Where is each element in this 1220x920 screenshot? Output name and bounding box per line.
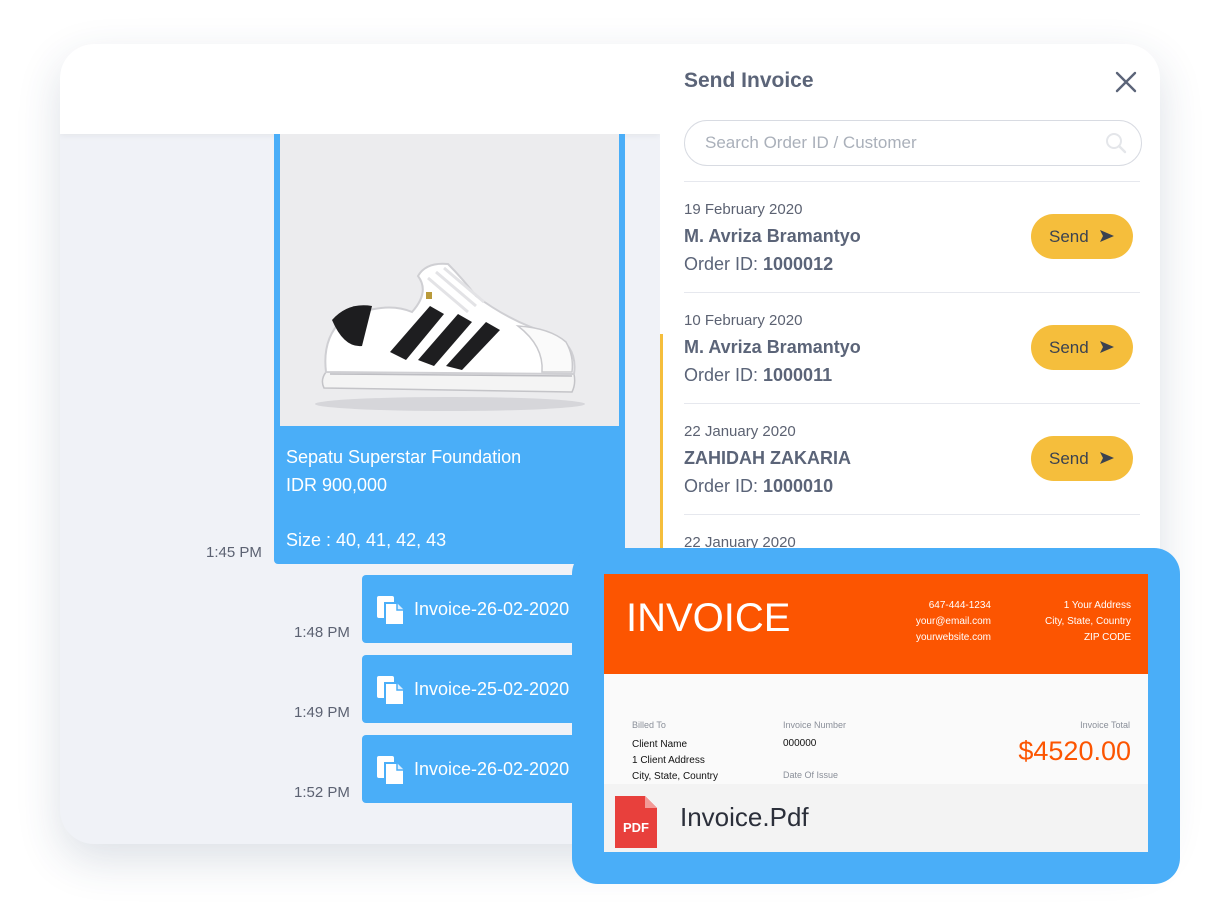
invoice-preview[interactable]: INVOICE 647-444-1234 your@email.com your… xyxy=(604,574,1148,852)
pdf-filename: Invoice.Pdf xyxy=(680,802,809,832)
billed-to-label: Billed To xyxy=(632,720,666,730)
send-arrow-icon xyxy=(1100,452,1114,464)
invoice-address-line3: ZIP CODE xyxy=(1083,632,1131,643)
sneaker-illustration xyxy=(280,134,619,426)
message-time: 1:49 PM xyxy=(294,704,350,721)
order-date: 19 February 2020 xyxy=(684,201,803,218)
send-arrow-icon xyxy=(1100,230,1114,242)
message-time: 1:52 PM xyxy=(294,784,350,801)
send-arrow-icon xyxy=(1100,341,1114,353)
panel-accent-line xyxy=(660,334,663,554)
chat-header xyxy=(60,44,660,134)
customer-name: M. Avriza Bramantyo xyxy=(684,337,861,357)
file-name: Invoice-26-02-2020 xyxy=(414,759,570,779)
invoice-title: INVOICE xyxy=(626,596,791,640)
panel-title: Send Invoice xyxy=(684,69,814,92)
order-id: Order ID: 1000010 xyxy=(684,476,833,497)
order-id-value: 1000010 xyxy=(763,476,834,496)
search-input[interactable] xyxy=(703,132,1087,154)
date-of-issue-label: Date Of Issue xyxy=(783,770,839,780)
invoice-file-message[interactable]: Invoice-25-02-2020 xyxy=(362,655,602,723)
product-size: Size : 40, 41, 42, 43 xyxy=(286,530,447,550)
customer-name: ZAHIDAH ZAKARIA xyxy=(684,448,851,468)
invoice-email: your@email.com xyxy=(915,616,991,627)
invoice-address-line1: 1 Your Address xyxy=(1063,600,1131,611)
order-id-label: Order ID: xyxy=(684,476,764,496)
product-message[interactable]: Sepatu Superstar Foundation IDR 900,000 … xyxy=(274,134,625,564)
send-button[interactable]: Send xyxy=(1031,436,1133,481)
send-button-label: Send xyxy=(1049,449,1089,468)
send-button[interactable]: Send xyxy=(1031,214,1133,259)
close-icon xyxy=(1115,71,1137,93)
pdf-icon: PDF xyxy=(615,796,657,852)
search-box[interactable] xyxy=(684,120,1142,166)
copy-file-icon xyxy=(376,675,406,712)
send-button-label: Send xyxy=(1049,338,1089,357)
invoice-total-label: Invoice Total xyxy=(1080,720,1130,730)
product-image xyxy=(280,134,619,426)
order-id-value: 1000011 xyxy=(763,365,833,385)
invoice-address-line2: City, State, Country xyxy=(1045,616,1131,627)
order-date: 22 January 2020 xyxy=(684,423,796,440)
invoice-phone: 647-444-1234 xyxy=(928,600,991,611)
close-button[interactable] xyxy=(1114,70,1138,94)
send-button-label: Send xyxy=(1049,227,1089,246)
product-name: Sepatu Superstar Foundation xyxy=(286,447,522,467)
message-time: 1:45 PM xyxy=(206,544,262,561)
file-name: Invoice-25-02-2020 xyxy=(414,679,570,699)
copy-file-icon xyxy=(376,595,406,632)
order-id: Order ID: 1000011 xyxy=(684,365,832,386)
order-id: Order ID: 1000012 xyxy=(684,254,833,275)
order-id-label: Order ID: xyxy=(684,254,764,274)
invoice-website: yourwebsite.com xyxy=(915,632,991,643)
file-name: Invoice-26-02-2020 xyxy=(414,599,570,619)
invoice-address: 1 Your Address City, State, Country ZIP … xyxy=(1045,598,1131,646)
copy-file-icon xyxy=(376,755,406,792)
order-date: 10 February 2020 xyxy=(684,312,803,329)
invoice-total: $4520.00 xyxy=(1018,736,1131,766)
order-row: 19 February 2020 M. Avriza Bramantyo Ord… xyxy=(684,182,1140,292)
client-address: 1 Client Address xyxy=(632,755,705,766)
pdf-icon-text: PDF xyxy=(623,820,649,835)
pdf-attachment[interactable]: PDF Invoice.Pdf xyxy=(604,784,1148,852)
invoice-header: INVOICE 647-444-1234 your@email.com your… xyxy=(604,574,1148,674)
message-time: 1:48 PM xyxy=(294,624,350,641)
customer-name: M. Avriza Bramantyo xyxy=(684,226,861,246)
order-row: 10 February 2020 M. Avriza Bramantyo Ord… xyxy=(684,293,1140,403)
order-id-label: Order ID: xyxy=(684,365,764,385)
invoice-contact: 647-444-1234 your@email.com yourwebsite.… xyxy=(916,598,991,646)
order-row: 22 January 2020 ZAHIDAH ZAKARIA Order ID… xyxy=(684,404,1140,514)
send-button[interactable]: Send xyxy=(1031,325,1133,370)
order-id-value: 1000012 xyxy=(763,254,834,274)
search-icon[interactable] xyxy=(1105,132,1127,159)
invoice-number: 000000 xyxy=(783,738,817,749)
client-name: Client Name xyxy=(632,739,688,750)
client-city: City, State, Country xyxy=(632,771,718,782)
invoice-file-message[interactable]: Invoice-26-02-2020 xyxy=(362,575,602,643)
product-price: IDR 900,000 xyxy=(286,475,388,495)
invoice-file-message[interactable]: Invoice-26-02-2020 xyxy=(362,735,602,803)
invoice-number-label: Invoice Number xyxy=(783,720,847,730)
